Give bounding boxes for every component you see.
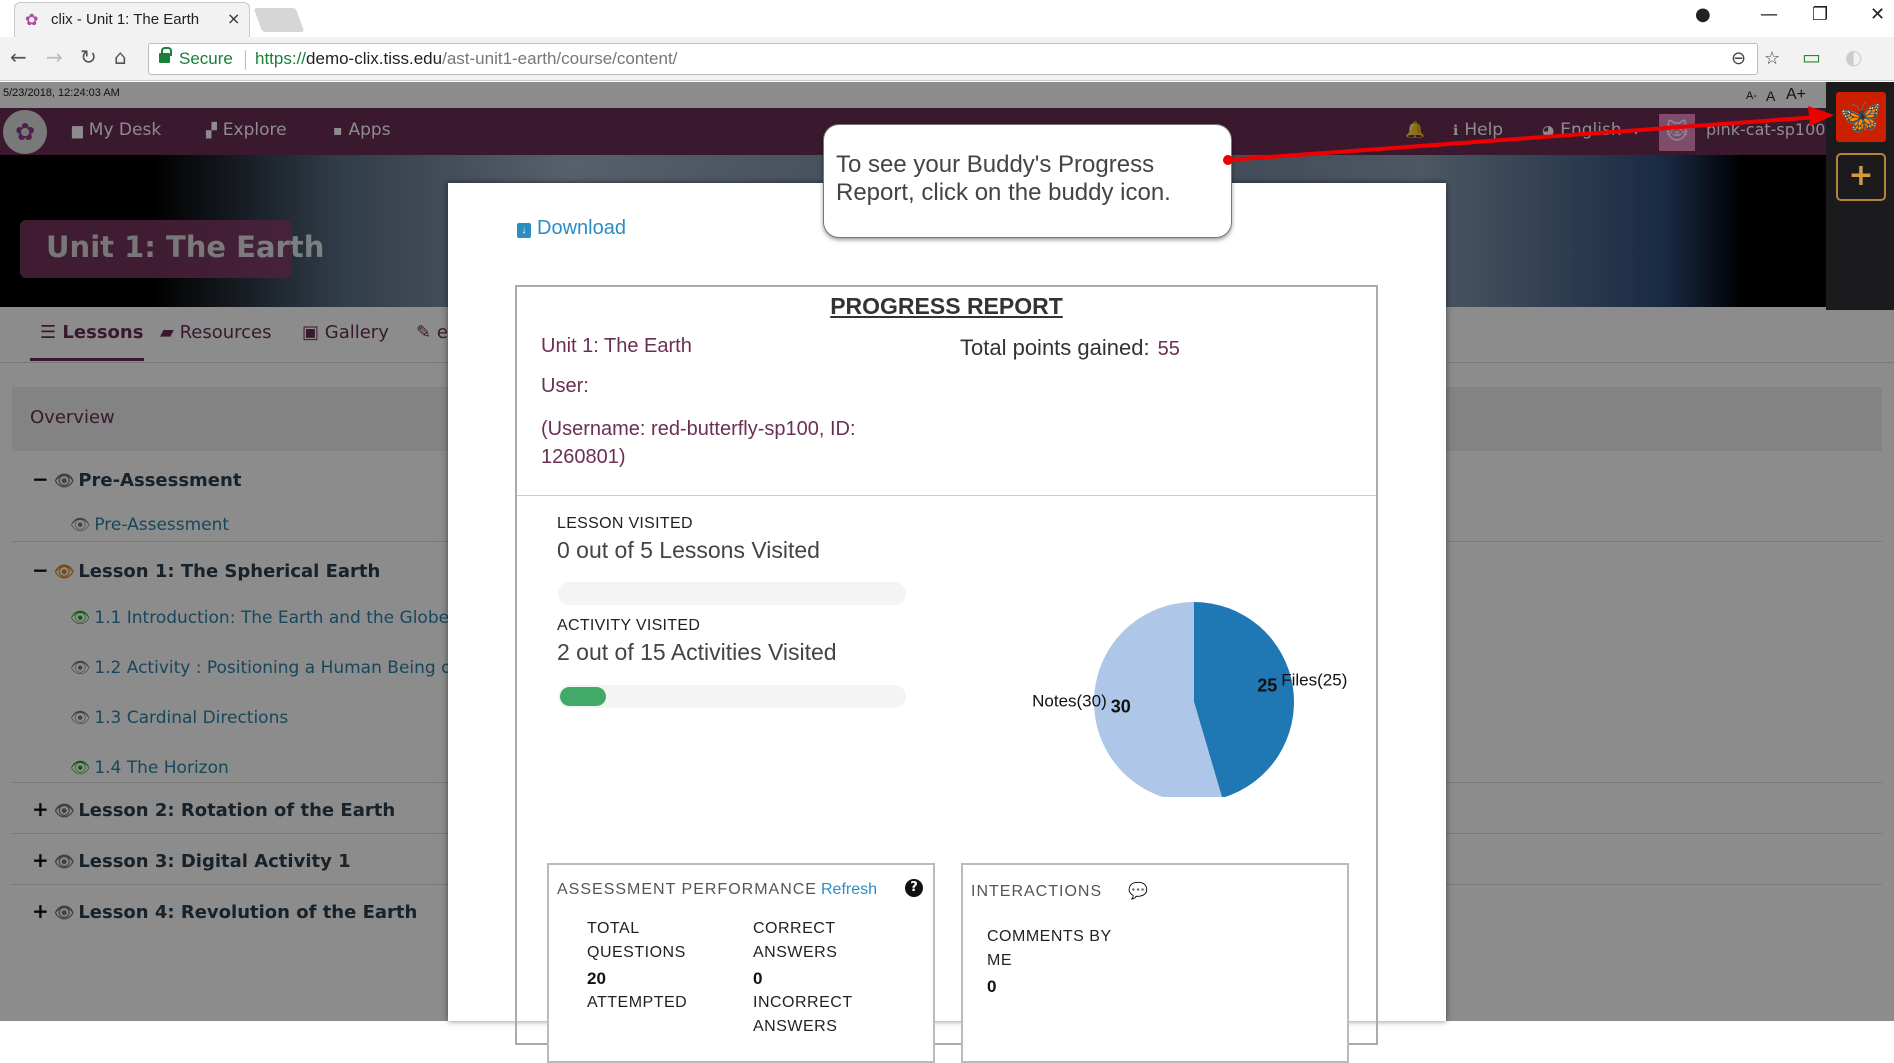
lock-icon — [159, 47, 172, 63]
buddy-butterfly-button[interactable]: 🦋 — [1836, 92, 1886, 142]
back-icon[interactable]: ← — [10, 45, 27, 69]
attempted-label: ATTEMPTED — [587, 994, 688, 1011]
new-tab-button[interactable] — [253, 8, 305, 32]
activity-progress-fill — [560, 687, 606, 706]
question-icon[interactable]: ? — [905, 879, 923, 897]
activity-progress-bar — [558, 685, 906, 708]
correct-answers-value: 0 — [753, 969, 763, 988]
tooltip-text: To see your Buddy's Progress Report, cli… — [836, 151, 1171, 206]
report-unit: Unit 1: The Earth — [541, 335, 692, 357]
activity-visited-label: ACTIVITY VISITED — [557, 617, 701, 634]
screen-capture-icon[interactable]: ▭ — [1802, 45, 1821, 69]
home-icon[interactable]: ⌂ — [114, 45, 127, 69]
incorrect-answers-label: INCORRECT ANSWERS — [753, 994, 853, 1035]
assessment-card: ASSESSMENT PERFORMANCE Refresh ? TOTAL Q… — [547, 863, 935, 1063]
download-link[interactable]: ↓ Download — [517, 217, 626, 240]
resources-pie-chart: 25 Files(25) 30Notes(30) — [1032, 602, 1347, 797]
download-icon: ↓ — [517, 223, 531, 238]
download-label: Download — [537, 217, 626, 239]
profile-icon[interactable]: ● — [1695, 4, 1711, 25]
secure-label: Secure — [179, 49, 233, 68]
clix-favicon-icon: ✿ — [25, 10, 39, 29]
progress-report-modal: ↓ Download PROGRESS REPORT Unit 1: The Ea… — [448, 183, 1446, 1063]
browser-tab-strip: ✿ clix - Unit 1: The Earth × ● — ❐ ✕ — [0, 0, 1894, 37]
extension-icon[interactable]: ◐ — [1845, 45, 1862, 69]
reload-icon[interactable]: ↻ — [80, 45, 97, 69]
total-points: Total points gained: 55 — [960, 335, 1180, 361]
comments-icon: 💬 — [1128, 881, 1148, 900]
interactions-title: INTERACTIONS — [971, 883, 1103, 900]
comments-by-me-value: 0 — [987, 977, 997, 996]
report-username: (Username: red-butterfly-sp100, ID: 1260… — [541, 418, 856, 468]
divider — [517, 495, 1376, 496]
bookmark-star-icon[interactable]: ☆ — [1764, 48, 1780, 69]
points-label: Total points gained: — [960, 335, 1150, 360]
pie-slice-label: Files(25) — [1281, 670, 1347, 689]
points-value: 55 — [1157, 338, 1180, 360]
url-host: demo-clix.tiss.edu — [306, 49, 443, 68]
progress-report: PROGRESS REPORT Unit 1: The Earth User: … — [515, 285, 1378, 1063]
close-window-button[interactable]: ✕ — [1870, 4, 1885, 25]
pie-value-label: 25 — [1257, 675, 1277, 695]
browser-toolbar: ← → ↻ ⌂ Secure https://demo-clix.tiss.ed… — [0, 37, 1894, 81]
assessment-title: ASSESSMENT PERFORMANCE — [557, 881, 817, 898]
minimize-button[interactable]: — — [1760, 4, 1778, 25]
lesson-progress-bar — [558, 582, 906, 605]
url-path: /ast-unit1-earth/course/content/ — [442, 49, 678, 68]
forward-icon[interactable]: → — [46, 45, 63, 69]
comments-by-me-label: COMMENTS BY ME — [987, 928, 1112, 969]
browser-tab[interactable]: ✿ clix - Unit 1: The Earth × — [14, 2, 250, 37]
report-user-label: User: — [541, 375, 589, 397]
refresh-link[interactable]: Refresh — [821, 881, 877, 899]
interactions-card: INTERACTIONS 💬 COMMENTS BY ME 0 — [961, 863, 1349, 1063]
zoom-icon[interactable]: ⊖ — [1731, 48, 1746, 69]
buddy-hint-tooltip: To see your Buddy's Progress Report, cli… — [823, 124, 1232, 238]
total-questions-label: TOTAL QUESTIONS — [587, 920, 686, 961]
tab-title: clix - Unit 1: The Earth — [51, 11, 200, 28]
activity-visited-value: 2 out of 15 Activities Visited — [557, 639, 837, 665]
url-scheme: https:// — [255, 49, 307, 68]
lesson-visited-label: LESSON VISITED — [557, 515, 693, 532]
close-tab-icon[interactable]: × — [227, 9, 240, 28]
separator — [245, 50, 246, 70]
url-text[interactable]: https://demo-clix.tiss.edu/ast-unit1-ear… — [255, 49, 677, 69]
total-questions-value: 20 — [587, 969, 606, 988]
lesson-visited-value: 0 out of 5 Lessons Visited — [557, 537, 820, 563]
report-title: PROGRESS REPORT — [830, 293, 1063, 319]
restore-button[interactable]: ❐ — [1812, 4, 1828, 25]
add-buddy-button[interactable]: + — [1836, 153, 1886, 201]
pie-value-label: 30 — [1111, 697, 1131, 717]
address-bar[interactable]: Secure https://demo-clix.tiss.edu/ast-un… — [148, 43, 1780, 75]
correct-answers-label: CORRECT ANSWERS — [753, 920, 838, 961]
pie-slice-label: Notes(30) — [1032, 692, 1107, 711]
